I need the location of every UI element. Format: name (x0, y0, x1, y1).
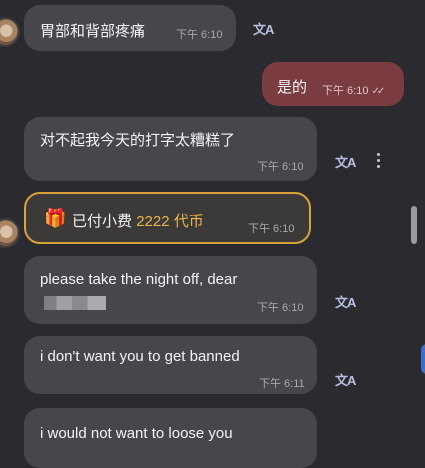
message-text: 对不起我今天的打字太糟糕了 (40, 132, 236, 149)
message-bubble[interactable]: 对不起我今天的打字太糟糕了 下午 6:10 (24, 117, 317, 181)
message-time: 下午 6:11 (259, 378, 305, 390)
own-message-bubble[interactable]: 是的 下午 6:10 ✓✓ (262, 62, 404, 106)
gift-icon: 🎁 (44, 208, 67, 228)
message-text: 是的 (277, 79, 308, 96)
tip-message[interactable]: 🎁 已付小费 2222 代币 下午 6:10 (24, 192, 311, 244)
message-text: please take the night off, dear (40, 271, 238, 288)
tip-amount: 2222 代币 (136, 213, 204, 230)
message-time: 下午 6:10 (257, 161, 304, 173)
message-text: 胃部和背部疼痛 (40, 23, 146, 40)
scrollbar-thumb[interactable] (411, 206, 417, 244)
message-time: 下午 6:10 (248, 223, 295, 235)
side-panel-tab[interactable] (421, 344, 425, 374)
translate-icon[interactable]: 文A (335, 152, 356, 171)
message-text: i would not want to loose you (40, 425, 233, 442)
contact-avatar[interactable] (0, 218, 20, 248)
read-receipt-icon: ✓✓ (371, 86, 385, 97)
message-bubble[interactable]: 胃部和背部疼痛 下午 6:10 (24, 5, 236, 51)
translate-icon[interactable]: 文A (335, 370, 356, 389)
redacted-name (44, 296, 106, 310)
message-bubble[interactable]: i don't want you to get banned 下午 6:11 (24, 336, 317, 394)
message-bubble[interactable]: i would not want to loose you (24, 408, 317, 468)
translate-icon[interactable]: 文A (335, 292, 356, 311)
message-time: 下午 6:10 (176, 29, 223, 41)
translate-icon[interactable]: 文A (253, 19, 274, 38)
message-text: i don't want you to get banned (40, 348, 240, 365)
more-options-icon[interactable] (377, 153, 381, 171)
message-bubble[interactable]: please take the night off, dear 下午 6:10 (24, 256, 317, 324)
message-time: 下午 6:10 ✓✓ (322, 85, 385, 97)
contact-avatar[interactable] (0, 17, 20, 47)
message-time: 下午 6:10 (257, 302, 304, 314)
tip-text: 已付小费 2222 代币 (72, 213, 204, 230)
